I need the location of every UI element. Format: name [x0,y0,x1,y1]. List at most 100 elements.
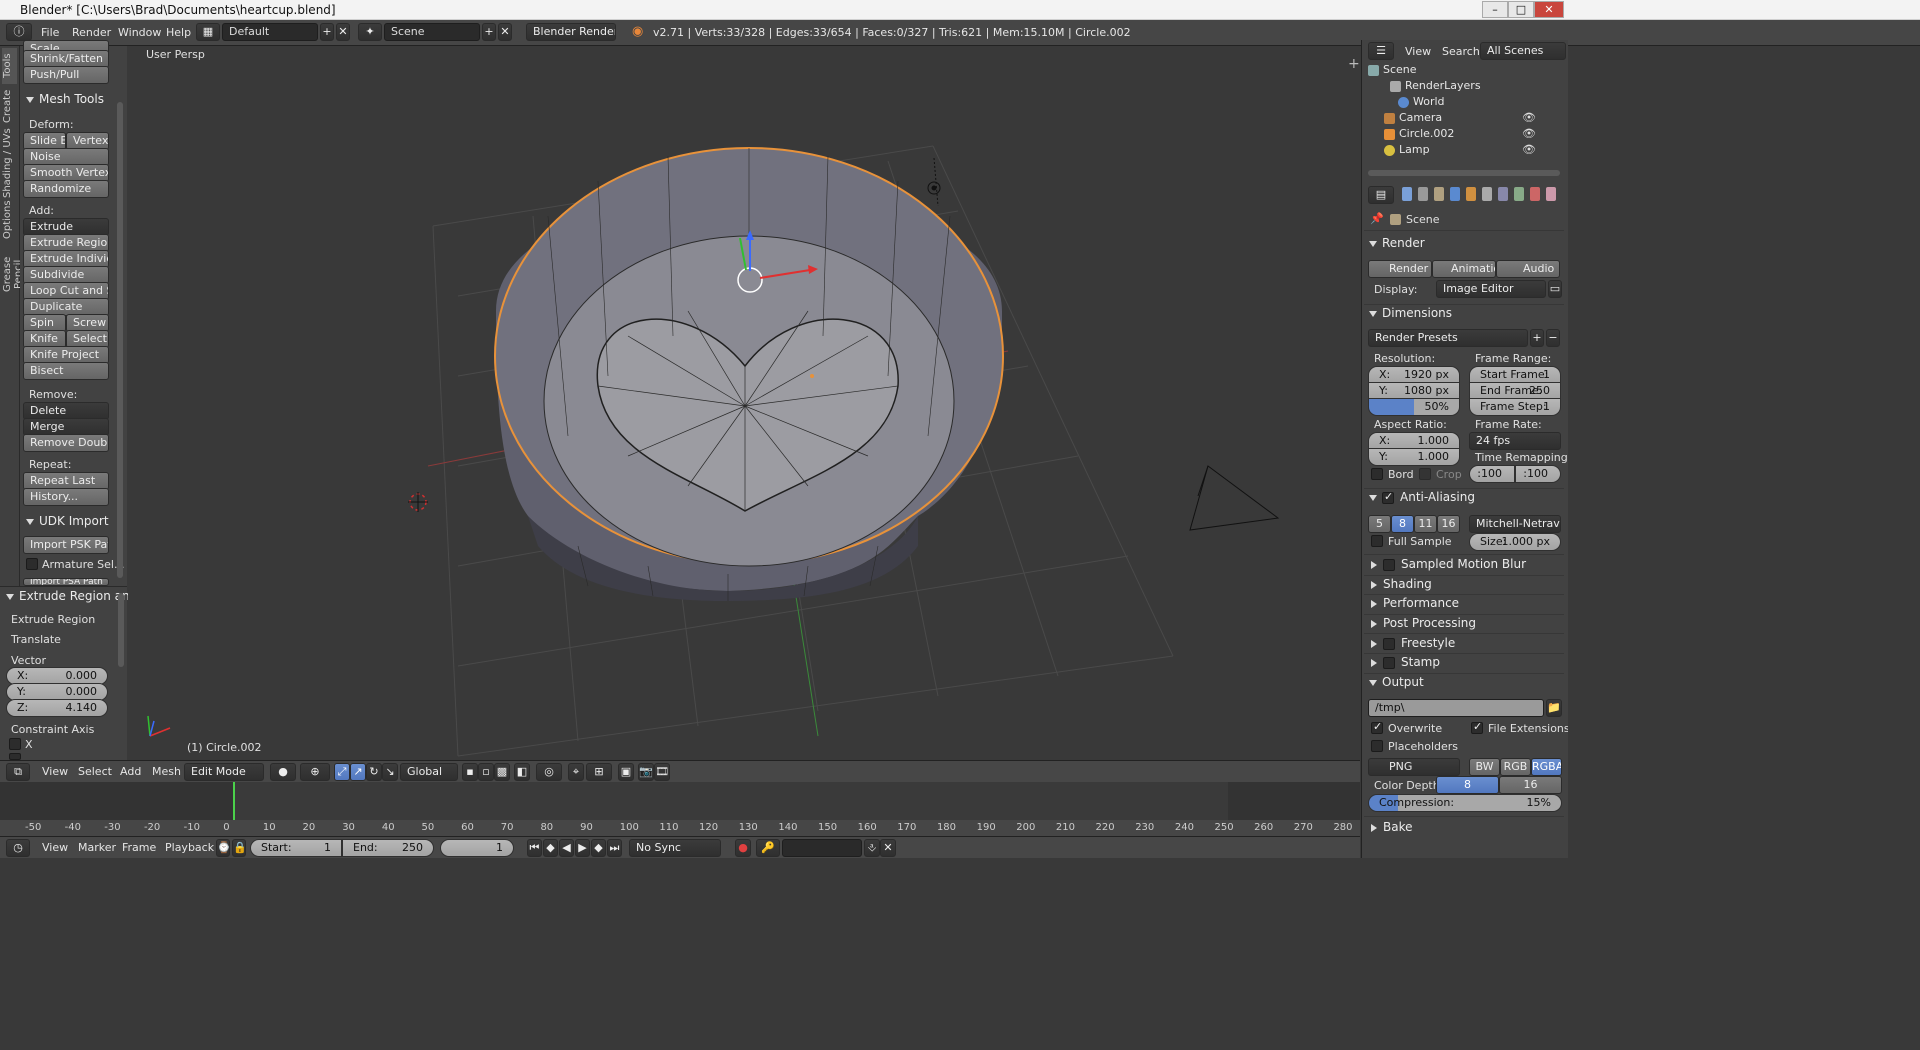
output-panel-header[interactable]: Output [1369,675,1424,689]
pivot-select-icon[interactable]: ⊕ [300,763,330,781]
pin-icon[interactable]: 📌 [1370,212,1384,225]
editor-type-icon[interactable]: ⓘ [6,23,32,41]
aspect-y-field[interactable]: Y: 1.000 [1368,448,1460,466]
vertex-select-icon[interactable]: ▪ [462,763,478,781]
render-animation-button[interactable]: Animation [1432,260,1496,278]
overwrite-checkbox[interactable] [1371,720,1383,734]
outliner-item-world[interactable]: World [1362,94,1569,110]
visibility-eye-icon[interactable]: 👁 [1522,126,1536,142]
render-image-button[interactable]: Render [1368,260,1432,278]
performance-panel-header[interactable]: Performance [1371,596,1459,610]
aa-samples-5[interactable]: 5 [1368,515,1391,533]
visibility-eye-icon[interactable]: 👁 [1522,142,1536,158]
minimize-button[interactable]: – [1482,1,1508,18]
add-layout-button[interactable]: + [320,23,334,41]
edge-select-icon[interactable]: ▫ [478,763,494,781]
remove-doubles-button[interactable]: Remove Doubles [23,434,109,452]
last-op-scrollbar[interactable] [118,593,124,667]
vp-menu-add[interactable]: Add [120,765,141,778]
color-bw-button[interactable]: BW [1469,758,1500,776]
dimensions-panel-header[interactable]: Dimensions [1369,306,1452,320]
add-scene-button[interactable]: + [482,23,496,41]
outliner-filter-select[interactable]: All Scenes [1480,42,1566,60]
layout-field[interactable]: Default [222,23,318,41]
bake-panel-header[interactable]: Bake [1371,820,1413,834]
play-reverse-icon[interactable]: ◀ [559,839,574,857]
color-rgb-button[interactable]: RGB [1500,758,1531,776]
stamp-checkbox[interactable] [1383,656,1395,669]
tab-grease-pencil[interactable]: Grease Pencil [2,242,24,306]
lamp-object[interactable] [927,157,941,207]
tl-menu-playback[interactable]: Playback [165,841,214,854]
world-tab-icon[interactable] [1450,187,1460,201]
render-panel-header[interactable]: Render [1369,236,1425,250]
delete-key-icon[interactable]: ✕ [880,839,896,857]
play-icon[interactable]: ▶ [575,839,590,857]
render-audio-button[interactable]: Audio [1496,260,1560,278]
render-engine-select[interactable]: Blender Render [526,23,616,41]
display-window-icon[interactable]: ▭ [1548,280,1562,298]
compression-slider[interactable]: Compression: 15% [1368,794,1562,812]
maximize-button[interactable]: □ [1508,1,1534,18]
current-frame-line[interactable] [233,782,235,820]
file-format-select[interactable]: PNG [1368,758,1460,776]
render-presets-select[interactable]: Render Presets [1368,329,1528,347]
tab-tools[interactable]: Tools [2,48,17,84]
crop-checkbox[interactable] [1419,468,1431,480]
color-rgba-button[interactable]: RGBA [1531,758,1562,776]
antialiasing-checkbox[interactable] [1382,490,1394,504]
stamp-panel-header[interactable]: Stamp [1371,655,1440,669]
lock-range-icon[interactable]: 🔒 [232,839,246,857]
scene-icon[interactable]: ✦ [358,23,382,41]
bisect-button[interactable]: Bisect [23,362,109,380]
add-preset-button[interactable]: + [1530,329,1544,347]
remap-old-field[interactable]: :100 [1469,465,1515,483]
properties-editor-icon[interactable]: ▤ [1368,186,1394,204]
outliner-menu-search[interactable]: Search [1442,45,1480,58]
frame-step-field[interactable]: Frame Step: 1 [1469,398,1561,416]
mode-select[interactable]: Edit Mode [184,763,264,781]
keying-set-field[interactable] [782,839,862,857]
manipulator-toggle-icon[interactable]: ⤢ [334,763,350,781]
outliner-item-renderlayers[interactable]: RenderLayers [1362,78,1569,94]
prev-key-icon[interactable]: ◆ [543,839,558,857]
constraint-x-checkbox[interactable] [9,738,21,750]
tl-menu-marker[interactable]: Marker [78,841,116,854]
constraints-tab-icon[interactable] [1482,187,1492,201]
remove-preset-button[interactable]: − [1546,329,1560,347]
scene-tab-icon[interactable] [1434,187,1444,201]
import-psk-button[interactable]: Import PSK Path [23,536,109,554]
jump-start-icon[interactable]: ⏮ [527,839,542,857]
armature-sel-checkbox[interactable] [26,558,38,570]
jump-end-icon[interactable]: ⏭ [607,839,622,857]
aa-samples-16[interactable]: 16 [1437,515,1460,533]
preview-range-icon[interactable]: ⌚ [216,839,230,857]
vp-menu-select[interactable]: Select [78,765,112,778]
vp-menu-mesh[interactable]: Mesh [152,765,181,778]
occlude-geometry-icon[interactable]: ◧ [514,763,530,781]
close-button[interactable]: ✕ [1534,1,1564,18]
outliner-item-lamp[interactable]: Lamp 👁 [1362,142,1569,158]
aa-filter-select[interactable]: Mitchell-Netravali [1469,515,1561,533]
tl-menu-view[interactable]: View [42,841,68,854]
udk-import-header[interactable]: UDK Import [26,514,109,528]
renderlayers-tab-icon[interactable] [1418,187,1428,201]
res-percentage-slider[interactable]: 50% [1368,398,1460,416]
opengl-render-icon[interactable]: 📷 [638,763,654,781]
post-processing-panel-header[interactable]: Post Processing [1371,616,1476,630]
outliner-scrollbar[interactable] [1368,170,1560,176]
import-psa-button[interactable]: Import PSA Path [23,578,109,586]
push-pull-button[interactable]: Push/Pull [23,66,109,84]
color-depth-8[interactable]: 8 [1436,776,1499,794]
3d-viewport[interactable]: + User Persp (1) Circle.002 [128,46,1360,760]
freestyle-panel-header[interactable]: Freestyle [1371,636,1455,650]
object-tab-icon[interactable] [1466,187,1476,201]
menu-window[interactable]: Window [118,26,161,39]
shading-select-icon[interactable]: ● [270,763,296,781]
outliner-menu-view[interactable]: View [1405,45,1431,58]
full-sample-checkbox[interactable] [1371,535,1383,547]
outliner-item-scene[interactable]: Scene [1362,62,1569,78]
placeholders-checkbox[interactable] [1371,740,1383,752]
snap-element-icon[interactable]: ⊞ [586,763,612,781]
aa-samples-8[interactable]: 8 [1391,515,1414,533]
